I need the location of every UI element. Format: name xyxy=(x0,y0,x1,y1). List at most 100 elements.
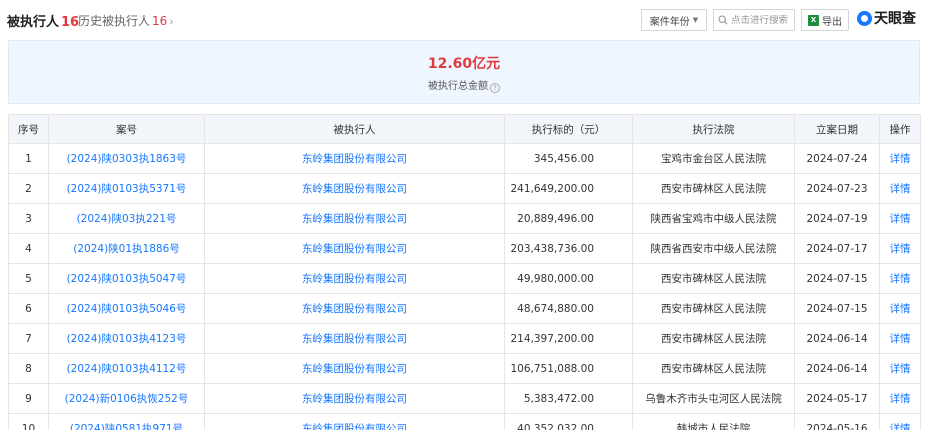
case-no-link[interactable]: (2024)陕0103执5047号 xyxy=(48,263,205,294)
party-link[interactable]: 东岭集团股份有限公司 xyxy=(204,203,505,234)
tab-history-label: 历史被执行人 xyxy=(78,14,151,28)
header-court: 执行法院 xyxy=(632,114,795,144)
table-row: 6 (2024)陕0103执5046号 东岭集团股份有限公司 48,674,88… xyxy=(8,293,921,324)
details-link[interactable]: 详情 xyxy=(879,413,921,430)
date-cell: 2024-07-17 xyxy=(794,233,880,264)
brand-name: 天眼查 xyxy=(874,11,916,27)
export-button-label: 导出 xyxy=(822,16,842,28)
case-no-link[interactable]: (2024)陕0103执5371号 xyxy=(48,173,205,204)
details-link[interactable]: 详情 xyxy=(879,143,921,174)
case-no-link[interactable]: (2024)陕0581执971号 xyxy=(48,413,205,430)
court-cell: 陕西省宝鸡市中级人民法院 xyxy=(632,203,795,234)
info-icon[interactable]: ? xyxy=(490,83,500,93)
case-year-filter[interactable]: 案件年份 ▼ xyxy=(641,9,707,31)
court-cell: 西安市碑林区人民法院 xyxy=(632,263,795,294)
caret-down-icon: ▼ xyxy=(692,16,699,24)
tab-executed-person[interactable]: 被执行人 16 xyxy=(7,11,79,30)
search-icon xyxy=(718,15,728,25)
row-index: 5 xyxy=(8,263,49,294)
table-row: 8 (2024)陕0103执4112号 东岭集团股份有限公司 106,751,0… xyxy=(8,353,921,384)
table-header-row: 序号 案号 被执行人 执行标的（元） 执行法院 立案日期 操作 xyxy=(8,114,921,144)
search-input[interactable] xyxy=(731,14,795,26)
table-row: 1 (2024)陕0303执1863号 东岭集团股份有限公司 345,456.0… xyxy=(8,143,921,174)
header-date: 立案日期 xyxy=(794,114,880,144)
header-index: 序号 xyxy=(8,114,49,144)
amount-cell: 106,751,088.00 xyxy=(504,353,633,384)
court-cell: 西安市碑林区人民法院 xyxy=(632,293,795,324)
party-link[interactable]: 东岭集团股份有限公司 xyxy=(204,143,505,174)
party-link[interactable]: 东岭集团股份有限公司 xyxy=(204,383,505,414)
date-cell: 2024-07-15 xyxy=(794,263,880,294)
brand-logo-icon xyxy=(857,10,872,26)
party-link[interactable]: 东岭集团股份有限公司 xyxy=(204,413,505,430)
case-no-link[interactable]: (2024)陕03执221号 xyxy=(48,203,205,234)
tab-history-count: 16 xyxy=(152,14,168,28)
row-index: 6 xyxy=(8,293,49,324)
amount-cell: 48,674,880.00 xyxy=(504,293,633,324)
total-amount: 12.60亿元 xyxy=(427,56,501,72)
row-index: 8 xyxy=(8,353,49,384)
court-cell: 陕西省西安市中级人民法院 xyxy=(632,233,795,264)
brand-logo: 天眼查 xyxy=(857,8,916,28)
chevron-right-icon: › xyxy=(169,15,174,28)
export-button[interactable]: X 导出 xyxy=(801,9,849,31)
date-cell: 2024-06-14 xyxy=(794,323,880,354)
row-index: 3 xyxy=(8,203,49,234)
tab-executed-person-label: 被执行人 xyxy=(7,15,60,30)
party-link[interactable]: 东岭集团股份有限公司 xyxy=(204,353,505,384)
table-row: 9 (2024)新0106执恢252号 东岭集团股份有限公司 5,383,472… xyxy=(8,383,921,414)
total-amount-label-row: 被执行总金额? xyxy=(9,77,919,93)
party-link[interactable]: 东岭集团股份有限公司 xyxy=(204,233,505,264)
date-cell: 2024-05-16 xyxy=(794,413,880,430)
details-link[interactable]: 详情 xyxy=(879,383,921,414)
details-link[interactable]: 详情 xyxy=(879,203,921,234)
header-amount: 执行标的（元） xyxy=(504,114,633,144)
amount-cell: 345,456.00 xyxy=(504,143,633,174)
table-row: 4 (2024)陕01执1886号 东岭集团股份有限公司 203,438,736… xyxy=(8,233,921,264)
case-no-link[interactable]: (2024)陕0103执5046号 xyxy=(48,293,205,324)
case-year-filter-label: 案件年份 xyxy=(649,16,690,28)
row-index: 1 xyxy=(8,143,49,174)
search-box[interactable] xyxy=(713,9,795,31)
table-row: 5 (2024)陕0103执5047号 东岭集团股份有限公司 49,980,00… xyxy=(8,263,921,294)
tab-history-executed-person[interactable]: 历史被执行人 16 › xyxy=(78,12,174,29)
case-no-link[interactable]: (2024)新0106执恢252号 xyxy=(48,383,205,414)
date-cell: 2024-07-15 xyxy=(794,293,880,324)
case-no-link[interactable]: (2024)陕01执1886号 xyxy=(48,233,205,264)
court-cell: 宝鸡市金台区人民法院 xyxy=(632,143,795,174)
date-cell: 2024-05-17 xyxy=(794,383,880,414)
details-link[interactable]: 详情 xyxy=(879,353,921,384)
details-link[interactable]: 详情 xyxy=(879,323,921,354)
details-link[interactable]: 详情 xyxy=(879,263,921,294)
party-link[interactable]: 东岭集团股份有限公司 xyxy=(204,173,505,204)
header-party: 被执行人 xyxy=(204,114,505,144)
date-cell: 2024-07-23 xyxy=(794,173,880,204)
date-cell: 2024-07-24 xyxy=(794,143,880,174)
details-link[interactable]: 详情 xyxy=(879,293,921,324)
date-cell: 2024-06-14 xyxy=(794,353,880,384)
tab-executed-person-count: 16 xyxy=(61,15,80,30)
amount-cell: 40,352,032.00 xyxy=(504,413,633,430)
details-link[interactable]: 详情 xyxy=(879,233,921,264)
table-row: 10 (2024)陕0581执971号 东岭集团股份有限公司 40,352,03… xyxy=(8,413,921,430)
header-action: 操作 xyxy=(879,114,921,144)
court-cell: 西安市碑林区人民法院 xyxy=(632,323,795,354)
details-link[interactable]: 详情 xyxy=(879,173,921,204)
court-cell: 西安市碑林区人民法院 xyxy=(632,353,795,384)
table-row: 3 (2024)陕03执221号 东岭集团股份有限公司 20,889,496.0… xyxy=(8,203,921,234)
table-row: 7 (2024)陕0103执4123号 东岭集团股份有限公司 214,397,2… xyxy=(8,323,921,354)
case-no-link[interactable]: (2024)陕0303执1863号 xyxy=(48,143,205,174)
case-no-link[interactable]: (2024)陕0103执4123号 xyxy=(48,323,205,354)
top-bar: 被执行人16 历史被执行人16› 案件年份 ▼ X 导出 天眼查 xyxy=(0,0,926,38)
party-link[interactable]: 东岭集团股份有限公司 xyxy=(204,293,505,324)
party-link[interactable]: 东岭集团股份有限公司 xyxy=(204,323,505,354)
case-no-link[interactable]: (2024)陕0103执4112号 xyxy=(48,353,205,384)
amount-cell: 20,889,496.00 xyxy=(504,203,633,234)
summary-panel: 12.60亿元 被执行总金额? xyxy=(8,40,920,104)
amount-cell: 203,438,736.00 xyxy=(504,233,633,264)
amount-cell: 5,383,472.00 xyxy=(504,383,633,414)
amount-cell: 214,397,200.00 xyxy=(504,323,633,354)
excel-icon: X xyxy=(808,14,819,26)
party-link[interactable]: 东岭集团股份有限公司 xyxy=(204,263,505,294)
header-case-no: 案号 xyxy=(48,114,205,144)
